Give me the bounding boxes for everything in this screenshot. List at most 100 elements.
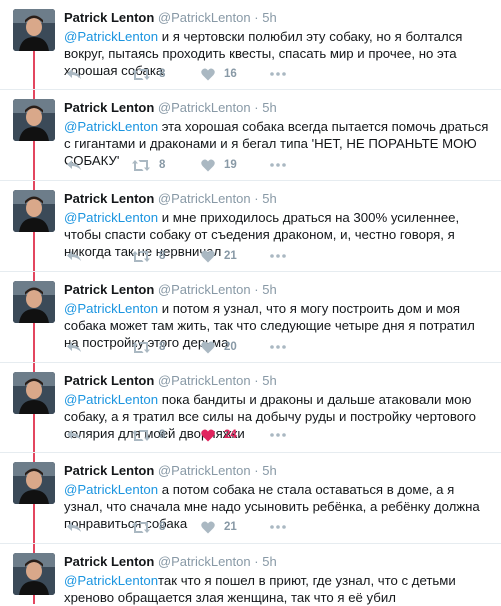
timestamp[interactable]: 5h [262, 100, 276, 115]
author-handle[interactable]: @PatrickLenton [158, 10, 251, 25]
reply-button[interactable] [66, 339, 82, 355]
like-button[interactable]: 20 [201, 339, 237, 355]
like-button[interactable]: 19 [201, 157, 237, 173]
avatar[interactable] [13, 553, 55, 595]
mention-link[interactable]: @PatrickLenton [64, 301, 158, 316]
author-handle[interactable]: @PatrickLenton [158, 191, 251, 206]
more-dots-icon [270, 525, 286, 529]
avatar[interactable] [13, 9, 55, 51]
timestamp[interactable]: 5h [262, 191, 276, 206]
tweet-actions: 8 16 [64, 66, 324, 82]
avatar[interactable] [13, 372, 55, 414]
more-options-button[interactable] [270, 157, 286, 173]
mention-link[interactable]: @PatrickLenton [64, 573, 158, 588]
author-handle[interactable]: @PatrickLenton [158, 463, 251, 478]
more-dots-icon [270, 433, 286, 437]
tweet-header: Patrick Lenton @PatrickLenton · 5h [64, 554, 277, 569]
tweet-actions: 8 21 [64, 519, 324, 535]
author-name[interactable]: Patrick Lenton [64, 191, 154, 206]
author-name[interactable]: Patrick Lenton [64, 10, 154, 25]
mention-link[interactable]: @PatrickLenton [64, 29, 158, 44]
retweet-button[interactable]: 8 [132, 157, 165, 173]
author-name[interactable]: Patrick Lenton [64, 373, 154, 388]
like-count: 21 [224, 521, 237, 533]
retweet-count: 8 [159, 429, 166, 441]
reply-button[interactable] [66, 519, 82, 535]
mention-link[interactable]: @PatrickLenton [64, 392, 158, 407]
author-handle[interactable]: @PatrickLenton [158, 282, 251, 297]
tweet[interactable]: Patrick Lenton @PatrickLenton · 5h @Patr… [0, 544, 501, 605]
like-count: 16 [224, 68, 237, 80]
tweet-actions: 8 24 [64, 427, 324, 443]
heart-icon [201, 249, 215, 262]
retweet-icon [132, 159, 150, 171]
author-name[interactable]: Patrick Lenton [64, 100, 154, 115]
timestamp[interactable]: 5h [262, 282, 276, 297]
author-name[interactable]: Patrick Lenton [64, 282, 154, 297]
more-options-button[interactable] [270, 66, 286, 82]
avatar[interactable] [13, 281, 55, 323]
more-options-button[interactable] [270, 248, 286, 264]
heart-icon [201, 340, 215, 353]
author-name[interactable]: Patrick Lenton [64, 463, 154, 478]
avatar[interactable] [13, 462, 55, 504]
retweet-button[interactable]: 8 [132, 339, 165, 355]
reply-button[interactable] [66, 427, 82, 443]
like-count: 21 [224, 250, 237, 262]
mention-link[interactable]: @PatrickLenton [64, 482, 158, 497]
more-dots-icon [270, 345, 286, 349]
retweet-icon [132, 250, 150, 262]
avatar[interactable] [13, 99, 55, 141]
like-count: 24 [224, 429, 237, 441]
retweet-icon [132, 341, 150, 353]
timestamp[interactable]: 5h [262, 373, 276, 388]
retweet-count: 8 [159, 521, 166, 533]
tweet-header: Patrick Lenton @PatrickLenton · 5h [64, 373, 277, 388]
tweet[interactable]: Patrick Lenton @PatrickLenton · 5h @Patr… [0, 90, 501, 181]
retweet-button[interactable]: 8 [132, 66, 165, 82]
like-button[interactable]: 21 [201, 248, 237, 264]
like-button[interactable]: 21 [201, 519, 237, 535]
retweet-count: 8 [159, 68, 166, 80]
more-options-button[interactable] [270, 519, 286, 535]
author-handle[interactable]: @PatrickLenton [158, 373, 251, 388]
timestamp[interactable]: 5h [262, 10, 276, 25]
retweet-button[interactable]: 8 [132, 427, 165, 443]
author-handle[interactable]: @PatrickLenton [158, 100, 251, 115]
tweet[interactable]: Patrick Lenton @PatrickLenton · 5h @Patr… [0, 363, 501, 453]
reply-button[interactable] [66, 248, 82, 264]
mention-link[interactable]: @PatrickLenton [64, 210, 158, 225]
reply-icon [67, 430, 81, 440]
timestamp[interactable]: 5h [262, 554, 276, 569]
heart-icon [201, 158, 215, 171]
tweet[interactable]: Patrick Lenton @PatrickLenton · 5h @Patr… [0, 272, 501, 363]
tweet[interactable]: Patrick Lenton @PatrickLenton · 5h @Patr… [0, 453, 501, 544]
tweet-actions: 8 20 [64, 339, 324, 355]
reply-icon [67, 69, 81, 79]
mention-link[interactable]: @PatrickLenton [64, 119, 158, 134]
retweet-button[interactable]: 8 [132, 248, 165, 264]
reply-button[interactable] [66, 157, 82, 173]
more-options-button[interactable] [270, 427, 286, 443]
tweet-header: Patrick Lenton @PatrickLenton · 5h [64, 100, 277, 115]
retweet-count: 8 [159, 250, 166, 262]
author-name[interactable]: Patrick Lenton [64, 554, 154, 569]
more-options-button[interactable] [270, 339, 286, 355]
like-button-active[interactable]: 24 [201, 427, 237, 443]
tweet-actions: 8 19 [64, 157, 324, 173]
reply-button[interactable] [66, 66, 82, 82]
heart-icon [201, 520, 215, 533]
tweet[interactable]: Patrick Lenton @PatrickLenton · 5h @Patr… [0, 181, 501, 272]
timestamp[interactable]: 5h [262, 463, 276, 478]
author-handle[interactable]: @PatrickLenton [158, 554, 251, 569]
retweet-icon [132, 521, 150, 533]
more-dots-icon [270, 254, 286, 258]
avatar[interactable] [13, 190, 55, 232]
tweet-actions: 8 21 [64, 248, 324, 264]
like-button[interactable]: 16 [201, 66, 237, 82]
retweet-button[interactable]: 8 [132, 519, 165, 535]
like-count: 20 [224, 341, 237, 353]
retweet-icon [132, 429, 150, 441]
tweet[interactable]: Patrick Lenton @PatrickLenton · 5h @Patr… [0, 0, 501, 90]
tweet-header: Patrick Lenton @PatrickLenton · 5h [64, 463, 277, 478]
